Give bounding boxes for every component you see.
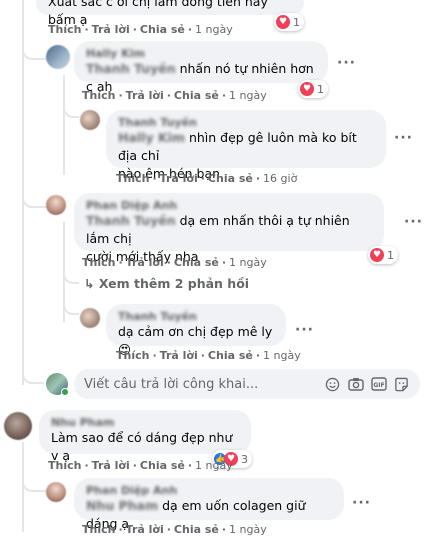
heart-icon: ♥ bbox=[276, 15, 290, 29]
reaction-count[interactable]: ♥ 1 bbox=[274, 13, 304, 31]
timestamp[interactable]: 16 giờ bbox=[263, 172, 297, 185]
mention-tag[interactable]: Hally Kim bbox=[118, 130, 185, 145]
share-link[interactable]: Chia sẻ bbox=[174, 523, 219, 536]
comment-bubble: Nhu Pham Làm sao để có dáng đẹp như v ạ bbox=[39, 410, 251, 463]
gif-icon[interactable]: GIF bbox=[370, 376, 387, 393]
reaction-count[interactable]: ♥ 1 bbox=[298, 80, 328, 98]
like-link[interactable]: Thích bbox=[48, 23, 81, 36]
reply-link[interactable]: Trả lời bbox=[126, 523, 164, 536]
comment-actions: Thích · Trả lời · Chia sẻ · 1 ngày bbox=[48, 23, 233, 36]
share-link[interactable]: Chia sẻ bbox=[140, 459, 185, 472]
reply-input-placeholder: Viết câu trả lời công khai... bbox=[84, 376, 259, 392]
comment-actions: Thích · Trả lời · Chia sẻ · 1 ngày bbox=[82, 89, 267, 102]
thread-branch bbox=[22, 50, 46, 60]
commenter-name[interactable]: Phan Diệp Anh bbox=[86, 199, 372, 212]
thread-line bbox=[22, 0, 24, 385]
comment-actions: Thích · Trả lời · Chia sẻ · 16 giờ bbox=[116, 172, 298, 185]
sticker-icon[interactable] bbox=[393, 376, 410, 393]
comment-bubble: Thanh Tuyền Hally Kim nhìn đẹp gê luôn m… bbox=[106, 110, 386, 181]
timestamp[interactable]: 1 ngày bbox=[229, 89, 267, 102]
reply-input-field[interactable]: Viết câu trả lời công khai... GIF bbox=[74, 369, 420, 399]
comment-bubble: Thanh Tuyền dạ cảm ơn chị đẹp mê ly😍 bbox=[106, 304, 286, 357]
comment-bubble: Xuất sắc c ơi chị làm đồng tiền này bấm … bbox=[36, 0, 304, 27]
comment-actions: Thích · Trả lời · Chia sẻ · 1 ngày bbox=[82, 523, 267, 536]
more-options-icon[interactable]: ··· bbox=[404, 214, 423, 230]
comment-bubble: Phan Diệp Anh Nhu Pham dạ em uốn colagen… bbox=[74, 478, 344, 531]
comment-text: dạ cảm ơn chị đẹp mê ly bbox=[118, 324, 273, 339]
heart-icon: ♥ bbox=[370, 248, 384, 262]
avatar[interactable] bbox=[80, 110, 100, 130]
emoji-icon[interactable] bbox=[324, 376, 341, 393]
more-options-icon[interactable]: ··· bbox=[352, 495, 371, 511]
thread-branch bbox=[22, 198, 46, 208]
share-link[interactable]: Chia sẻ bbox=[174, 89, 219, 102]
avatar[interactable] bbox=[46, 195, 66, 215]
thread-branch bbox=[22, 372, 44, 384]
reaction-count[interactable]: ♥ 1 bbox=[368, 246, 398, 264]
comment-bubble: Phan Diệp Anh Thanh Tuyền dạ em nhấn thô… bbox=[74, 193, 384, 264]
more-options-icon[interactable]: ··· bbox=[394, 130, 413, 146]
avatar[interactable] bbox=[46, 45, 70, 69]
timestamp[interactable]: 1 ngày bbox=[263, 349, 301, 362]
timestamp[interactable]: 1 ngày bbox=[195, 459, 233, 472]
like-link[interactable]: Thích bbox=[82, 256, 115, 269]
share-link[interactable]: Chia sẻ bbox=[208, 349, 253, 362]
thread-line-nested bbox=[63, 75, 65, 175]
mention-tag[interactable]: Nhu Pham bbox=[86, 498, 158, 513]
timestamp[interactable]: 1 ngày bbox=[229, 256, 267, 269]
like-link[interactable]: Thích bbox=[116, 349, 149, 362]
svg-text:GIF: GIF bbox=[373, 382, 384, 389]
reply-link[interactable]: Trả lời bbox=[160, 172, 198, 185]
thread-branch bbox=[63, 274, 79, 284]
mention-tag[interactable]: Thanh Tuyền bbox=[86, 61, 176, 76]
more-options-icon[interactable]: ··· bbox=[337, 55, 356, 71]
commenter-name[interactable]: Thanh Tuyền bbox=[118, 310, 274, 323]
commenter-name[interactable]: Thanh Tuyền bbox=[118, 116, 374, 129]
view-more-replies-link[interactable]: ↳ Xem thêm 2 phản hồi bbox=[84, 276, 249, 291]
timestamp[interactable]: 1 ngày bbox=[229, 523, 267, 536]
thread-branch bbox=[63, 305, 79, 315]
share-link[interactable]: Chia sẻ bbox=[208, 172, 253, 185]
more-options-icon[interactable]: ··· bbox=[295, 322, 314, 338]
thread-branch bbox=[22, 482, 46, 492]
share-link[interactable]: Chia sẻ bbox=[174, 256, 219, 269]
comment-actions: Thích · Trả lời · Chia sẻ · 1 ngày bbox=[48, 459, 233, 472]
camera-icon[interactable] bbox=[347, 376, 364, 393]
mention-tag[interactable]: Thanh Tuyền bbox=[86, 213, 176, 228]
comment-actions: Thích · Trả lời · Chia sẻ · 1 ngày bbox=[82, 256, 267, 269]
reply-link[interactable]: Trả lời bbox=[160, 349, 198, 362]
comment-actions: Thích · Trả lời · Chia sẻ · 1 ngày bbox=[116, 349, 301, 362]
reply-link[interactable]: Trả lời bbox=[92, 23, 130, 36]
like-link[interactable]: Thích bbox=[48, 459, 81, 472]
reply-arrow-icon: ↳ bbox=[84, 276, 95, 291]
online-status-dot bbox=[61, 388, 69, 396]
commenter-name[interactable]: Nhu Pham bbox=[51, 416, 239, 429]
avatar[interactable] bbox=[4, 412, 32, 440]
heart-icon: ♥ bbox=[300, 82, 314, 96]
commenter-name[interactable]: Hally Kim bbox=[86, 47, 316, 60]
reply-link[interactable]: Trả lời bbox=[126, 256, 164, 269]
thread-branch bbox=[63, 108, 79, 118]
avatar[interactable] bbox=[80, 308, 100, 328]
like-link[interactable]: Thích bbox=[116, 172, 149, 185]
comment-bubble: Hally Kim Thanh Tuyền nhấn nó tự nhiên h… bbox=[74, 41, 328, 94]
reply-link[interactable]: Trả lời bbox=[92, 459, 130, 472]
like-link[interactable]: Thích bbox=[82, 89, 115, 102]
like-link[interactable]: Thích bbox=[82, 523, 115, 536]
avatar[interactable] bbox=[46, 482, 66, 502]
timestamp[interactable]: 1 ngày bbox=[195, 23, 233, 36]
commenter-name[interactable]: Phan Diệp Anh bbox=[86, 484, 332, 497]
reply-link[interactable]: Trả lời bbox=[126, 89, 164, 102]
share-link[interactable]: Chia sẻ bbox=[140, 23, 185, 36]
